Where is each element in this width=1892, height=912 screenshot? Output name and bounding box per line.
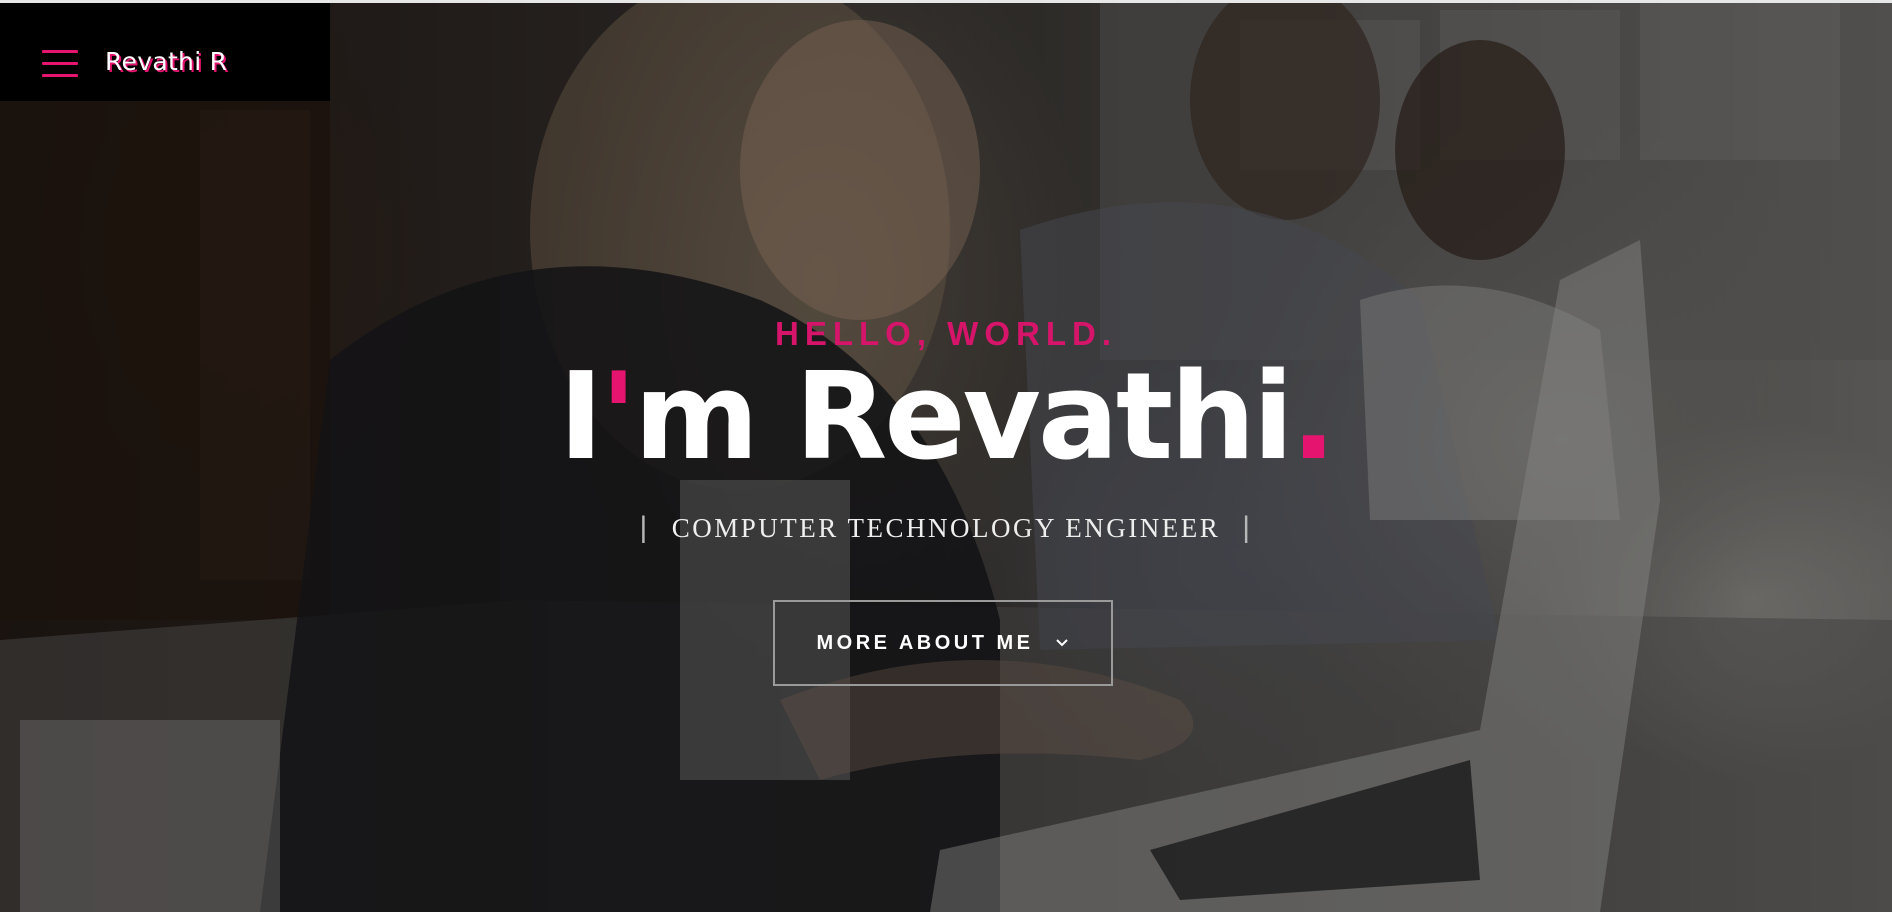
chevron-down-icon [1056, 639, 1069, 647]
subtitle-divider-right: | [1242, 511, 1253, 544]
more-about-me-button[interactable]: MORE ABOUT ME [773, 600, 1113, 686]
headline-prefix: I [558, 348, 604, 487]
hero-section: Revathi R HELLO, WORLD. I'm Revathi. | CO… [0, 0, 1892, 912]
headline-name: m Revathi [634, 348, 1294, 487]
more-about-me-label: MORE ABOUT ME [816, 631, 1034, 654]
hero-content: HELLO, WORLD. I'm Revathi. | COMPUTER TEC… [0, 0, 1892, 912]
subtitle-divider-left: | [639, 511, 650, 544]
hero-headline: I'm Revathi. [0, 348, 1892, 488]
headline-dot: . [1290, 348, 1337, 487]
hero-subtitle: | COMPUTER TECHNOLOGY ENGINEER | [0, 510, 1892, 546]
headline-apostrophe: ' [600, 348, 637, 487]
subtitle-text: COMPUTER TECHNOLOGY ENGINEER [671, 513, 1221, 543]
